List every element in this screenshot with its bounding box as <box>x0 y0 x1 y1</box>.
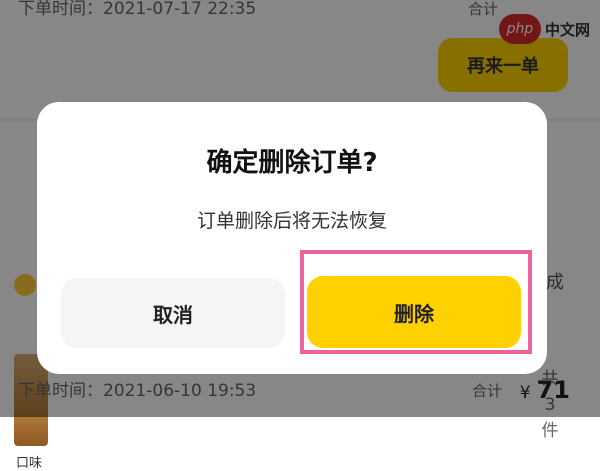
dialog-message: 订单删除后将无法恢复 <box>196 210 387 232</box>
dialog-title: 确定删除订单? <box>206 148 378 178</box>
highlight-annotation <box>300 250 532 354</box>
product-label: 口味 <box>16 456 43 471</box>
cancel-button[interactable]: 取消 <box>61 278 285 348</box>
